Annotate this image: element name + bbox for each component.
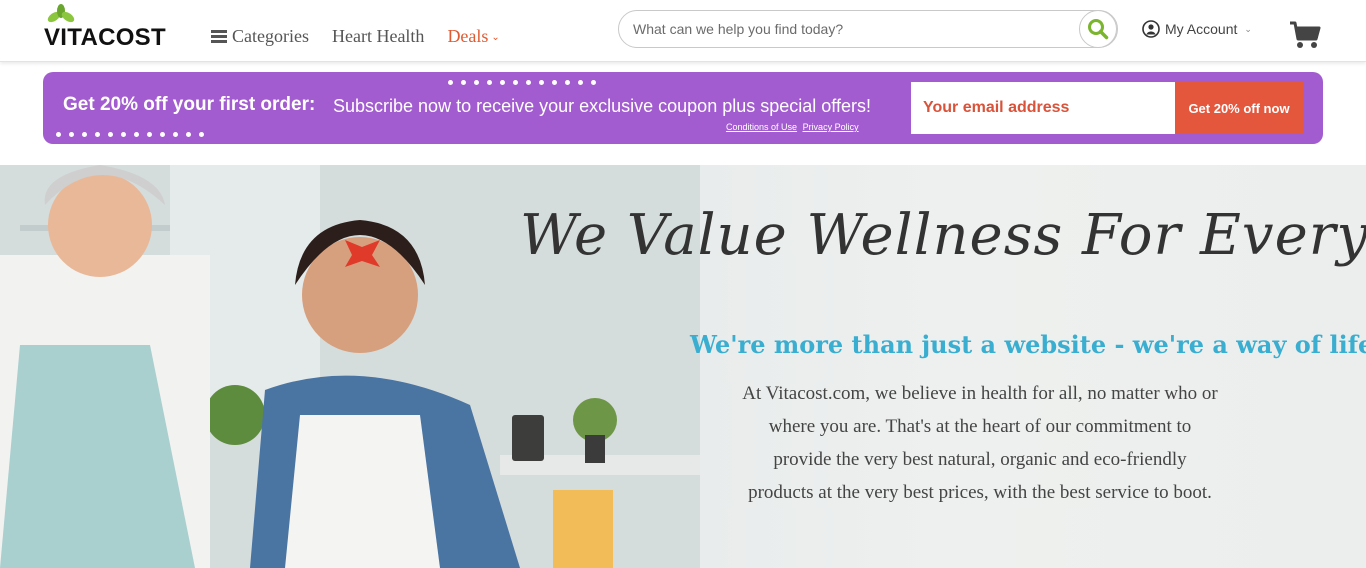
leaf-logo-icon	[47, 4, 75, 23]
hero-section: We Value Wellness For Everyone We're mor…	[0, 165, 1366, 568]
search-bar	[618, 10, 1118, 48]
search-input[interactable]	[633, 11, 1073, 47]
chevron-down-icon: ⌄	[491, 31, 500, 43]
decorative-dots	[56, 132, 212, 137]
hero-body-text: At Vitacost.com, we believe in health fo…	[742, 383, 1218, 503]
nav-heart-health-label: Heart Health	[331, 25, 425, 46]
promo-links: Conditions of Use Privacy Policy	[726, 122, 862, 132]
vitacost-logo[interactable]: VITACOST	[44, 4, 184, 51]
get-coupon-button[interactable]: Get 20% off now	[1175, 82, 1303, 134]
chevron-down-icon: ⌄	[1244, 23, 1252, 34]
conditions-of-use-link[interactable]: Conditions of Use	[726, 122, 797, 132]
nav-deals-label: Deals	[447, 25, 489, 46]
search-button[interactable]	[1079, 10, 1117, 48]
promo-subtitle: Subscribe now to receive your exclusive …	[333, 96, 871, 116]
nav-deals[interactable]: Deals ⌄	[447, 26, 499, 47]
my-account-label: My Account	[1165, 21, 1238, 37]
hero-title: We Value Wellness For Everyone	[520, 203, 1366, 268]
hamburger-icon	[211, 29, 227, 43]
user-icon	[1142, 20, 1160, 38]
nav-categories-label: Categories	[232, 25, 309, 46]
subscribe-promo-banner: Get 20% off your first order: Subscribe …	[43, 72, 1323, 144]
my-account-menu[interactable]: My Account ⌄	[1142, 20, 1252, 38]
hero-tagline: We're more than just a website - we're a…	[690, 330, 1366, 359]
search-icon	[1088, 19, 1109, 40]
decorative-dots	[448, 80, 604, 85]
nav-heart-health[interactable]: Heart Health	[332, 26, 424, 47]
promo-title: Get 20% off your first order:	[63, 94, 316, 115]
privacy-policy-link[interactable]: Privacy Policy	[803, 122, 859, 132]
cart-icon[interactable]	[1289, 20, 1321, 50]
nav-categories[interactable]: Categories	[211, 26, 309, 47]
main-nav: Categories Heart Health Deals ⌄	[211, 24, 523, 48]
site-header: VITACOST Categories Heart Health Deals ⌄	[0, 0, 1366, 62]
logo-wordmark: VITACOST	[44, 24, 166, 51]
email-field[interactable]	[911, 82, 1175, 134]
